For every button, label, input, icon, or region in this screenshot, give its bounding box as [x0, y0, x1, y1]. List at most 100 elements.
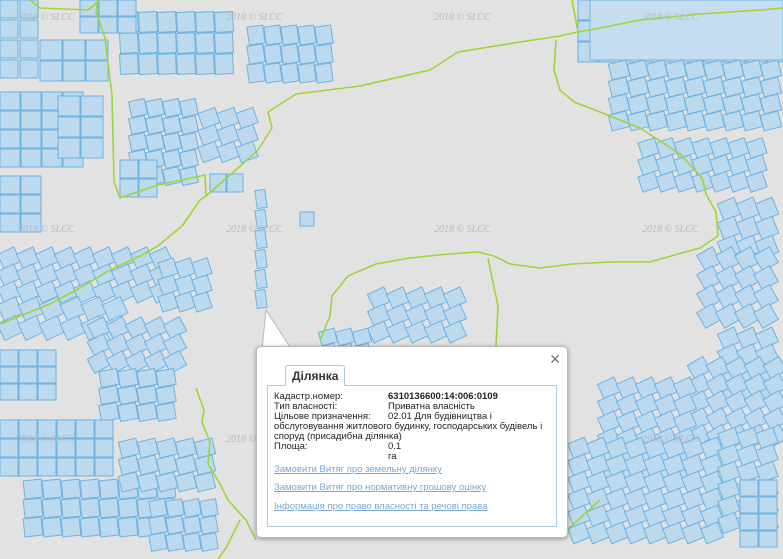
- land-parcel[interactable]: [702, 76, 726, 98]
- land-parcel[interactable]: [117, 437, 141, 459]
- land-parcel[interactable]: [739, 513, 759, 531]
- land-parcel[interactable]: [20, 129, 42, 149]
- land-parcel[interactable]: [19, 59, 39, 79]
- land-parcel[interactable]: [18, 349, 38, 367]
- land-parcel[interactable]: [178, 148, 200, 170]
- land-parcel[interactable]: [643, 487, 667, 511]
- land-parcel[interactable]: [155, 437, 179, 459]
- land-parcel[interactable]: [199, 515, 219, 535]
- land-parcel[interactable]: [624, 521, 648, 545]
- land-parcel[interactable]: [161, 148, 183, 170]
- land-parcel[interactable]: [702, 59, 726, 81]
- land-parcel[interactable]: [626, 93, 650, 115]
- land-parcel[interactable]: [662, 504, 686, 528]
- land-parcel[interactable]: [213, 53, 235, 75]
- land-parcel[interactable]: [174, 257, 196, 279]
- land-parcel[interactable]: [193, 437, 217, 459]
- land-parcel[interactable]: [758, 513, 778, 531]
- land-parcel[interactable]: [280, 24, 300, 46]
- land-parcel[interactable]: [626, 76, 650, 98]
- land-parcel[interactable]: [138, 159, 158, 179]
- land-parcel[interactable]: [755, 460, 779, 484]
- land-parcel[interactable]: [178, 131, 200, 153]
- land-parcel[interactable]: [117, 401, 139, 423]
- land-parcel[interactable]: [117, 367, 139, 389]
- land-parcel[interactable]: [0, 213, 21, 233]
- land-parcel[interactable]: [626, 59, 650, 81]
- land-parcel[interactable]: [637, 171, 660, 193]
- land-parcel[interactable]: [18, 366, 38, 384]
- land-parcel[interactable]: [404, 320, 430, 344]
- land-parcel[interactable]: [263, 62, 283, 84]
- land-parcel[interactable]: [645, 76, 669, 98]
- land-parcel[interactable]: [662, 487, 686, 511]
- land-parcel[interactable]: [94, 438, 114, 458]
- land-parcel[interactable]: [753, 303, 779, 329]
- land-parcel[interactable]: [740, 110, 764, 132]
- land-parcel[interactable]: [0, 91, 21, 111]
- land-parcel[interactable]: [136, 367, 158, 389]
- land-parcel[interactable]: [137, 32, 159, 54]
- land-parcel[interactable]: [182, 498, 202, 518]
- land-parcel[interactable]: [758, 479, 778, 497]
- land-parcel[interactable]: [0, 175, 21, 195]
- land-parcel[interactable]: [37, 366, 57, 384]
- land-parcel[interactable]: [199, 532, 219, 552]
- land-parcel[interactable]: [567, 453, 591, 477]
- land-parcel[interactable]: [117, 384, 139, 406]
- land-parcel[interactable]: [197, 106, 221, 130]
- tab-parcel[interactable]: Ділянка: [285, 365, 346, 386]
- land-parcel[interactable]: [165, 515, 185, 535]
- order-valuation-extract-link[interactable]: Замовити Витяг про нормативну грошову оц…: [274, 482, 486, 493]
- land-parcel[interactable]: [721, 76, 745, 98]
- land-parcel[interactable]: [0, 39, 19, 59]
- land-parcel[interactable]: [0, 110, 21, 130]
- land-parcel[interactable]: [57, 116, 81, 138]
- land-parcel[interactable]: [754, 215, 780, 241]
- land-parcel[interactable]: [681, 504, 705, 528]
- land-parcel[interactable]: [156, 11, 178, 33]
- land-parcel[interactable]: [691, 154, 714, 176]
- land-parcel[interactable]: [59, 314, 87, 342]
- order-land-extract-link[interactable]: Замовити Витяг про земельну ділянку: [274, 464, 442, 475]
- land-parcel[interactable]: [664, 110, 688, 132]
- land-parcel[interactable]: [605, 504, 629, 528]
- land-parcel[interactable]: [254, 268, 268, 290]
- land-parcel[interactable]: [98, 384, 120, 406]
- land-parcel[interactable]: [721, 59, 745, 81]
- land-parcel[interactable]: [174, 454, 198, 476]
- land-parcel[interactable]: [607, 110, 631, 132]
- land-parcel[interactable]: [136, 454, 160, 476]
- land-parcel[interactable]: [624, 504, 648, 528]
- land-parcel[interactable]: [645, 93, 669, 115]
- land-parcel[interactable]: [118, 53, 140, 75]
- land-parcel[interactable]: [148, 532, 168, 552]
- land-parcel[interactable]: [683, 93, 707, 115]
- land-parcel[interactable]: [136, 384, 158, 406]
- land-parcel[interactable]: [235, 123, 259, 147]
- land-parcel[interactable]: [586, 521, 610, 545]
- land-parcel[interactable]: [155, 401, 177, 423]
- land-parcel[interactable]: [0, 129, 21, 149]
- land-parcel[interactable]: [736, 460, 760, 484]
- land-parcel[interactable]: [20, 148, 42, 168]
- land-parcel[interactable]: [37, 349, 57, 367]
- land-parcel[interactable]: [182, 515, 202, 535]
- land-parcel[interactable]: [683, 59, 707, 81]
- land-parcel[interactable]: [178, 114, 200, 136]
- land-parcel[interactable]: [148, 515, 168, 535]
- land-parcel[interactable]: [0, 366, 19, 384]
- land-parcel[interactable]: [589, 0, 783, 61]
- land-parcel[interactable]: [98, 0, 118, 17]
- land-parcel[interactable]: [197, 123, 221, 147]
- land-parcel[interactable]: [740, 76, 764, 98]
- land-parcel[interactable]: [144, 114, 166, 136]
- land-parcel[interactable]: [117, 497, 139, 519]
- land-parcel[interactable]: [119, 159, 139, 179]
- land-parcel[interactable]: [423, 320, 449, 344]
- land-parcel[interactable]: [137, 53, 159, 75]
- land-parcel[interactable]: [755, 443, 779, 467]
- land-parcel[interactable]: [20, 91, 42, 111]
- land-parcel[interactable]: [213, 32, 235, 54]
- land-parcel[interactable]: [39, 60, 63, 82]
